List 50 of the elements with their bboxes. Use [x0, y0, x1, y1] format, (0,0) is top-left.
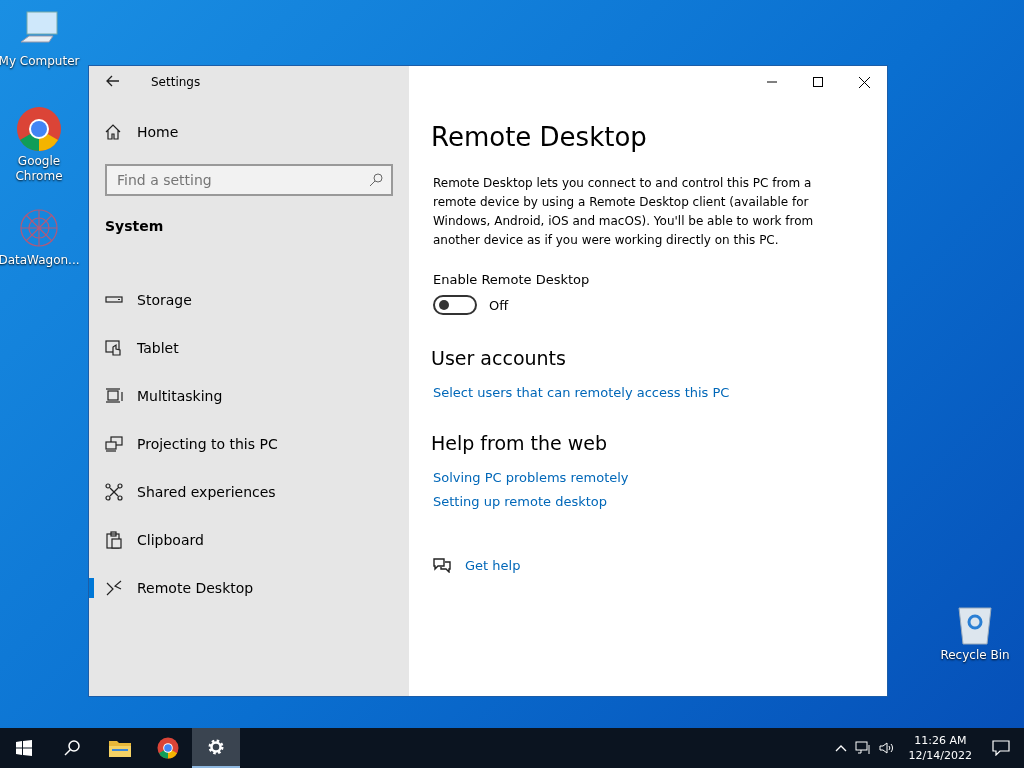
get-help-link[interactable]: Get help [465, 557, 521, 573]
chrome-icon [16, 106, 62, 152]
chevron-up-icon[interactable] [834, 744, 847, 752]
remote-icon [105, 579, 123, 597]
desktop-icon-label[interactable]: DataWagon... [0, 253, 80, 268]
arrow-left-icon [106, 74, 120, 88]
clipboard-icon [105, 531, 123, 549]
chat-bubbles-icon [433, 557, 451, 573]
notification-icon[interactable] [992, 740, 1010, 756]
search-field[interactable]: Find a setting [105, 164, 393, 196]
home-link[interactable]: Home [105, 120, 393, 144]
nav-item[interactable]: Projecting to this PC [89, 434, 393, 454]
chrome-icon [157, 737, 179, 759]
nav-item[interactable]: Multitasking [89, 386, 393, 406]
window-title: Settings [151, 75, 201, 89]
toggle-state: Off [489, 297, 509, 313]
desktop-icon-label[interactable]: My Computer [0, 54, 80, 69]
multitasking-icon [105, 387, 123, 405]
maximize-icon [813, 77, 823, 87]
link[interactable]: Setting up remote desktop [433, 494, 865, 509]
description: Remote Desktop lets you connect to and control this PC from a remote device by using a Remote Desktop client (available for Windows, Android, iOS and macOS). You'll be able to work from another device as if you were working directly on this PC. [433, 175, 815, 249]
desktop-icon-label[interactable]: Recycle Bin [940, 648, 1010, 663]
nav-item[interactable]: Clipboard [89, 530, 393, 550]
projecting-icon [105, 435, 123, 453]
desktop-icon-label[interactable]: Google Chrome [0, 154, 78, 184]
search-icon [369, 173, 383, 187]
taskbar-button[interactable] [192, 728, 240, 768]
nav-item[interactable]: Tablet [89, 338, 393, 358]
close-icon [858, 76, 870, 88]
page-title: Remote Desktop [431, 122, 648, 152]
settings-icon [206, 737, 226, 757]
section-heading: User accounts [431, 347, 567, 369]
home-icon [105, 124, 121, 140]
toggle-switch[interactable] [433, 295, 477, 315]
section-heading: Help from the web [431, 432, 609, 454]
link[interactable]: Solving PC problems remotely [433, 470, 865, 485]
search-icon [63, 739, 81, 757]
nav-item[interactable]: Remote Desktop [89, 578, 393, 598]
nav-item[interactable]: Shared experiences [89, 482, 393, 502]
section-heading: System [105, 218, 165, 234]
nav-item[interactable]: Storage [89, 290, 393, 310]
folder-icon [109, 739, 131, 757]
toggle-label: Enable Remote Desktop [433, 272, 591, 287]
tablet-icon [105, 339, 123, 357]
windows-logo-icon [16, 740, 32, 756]
speaker-icon[interactable] [878, 741, 895, 755]
clock[interactable]: 11:26 AM 12/14/2022 [908, 733, 972, 763]
link[interactable]: Select users that can remotely access this PC [433, 385, 865, 400]
network-icon[interactable] [854, 741, 871, 755]
shared-icon [105, 483, 123, 501]
